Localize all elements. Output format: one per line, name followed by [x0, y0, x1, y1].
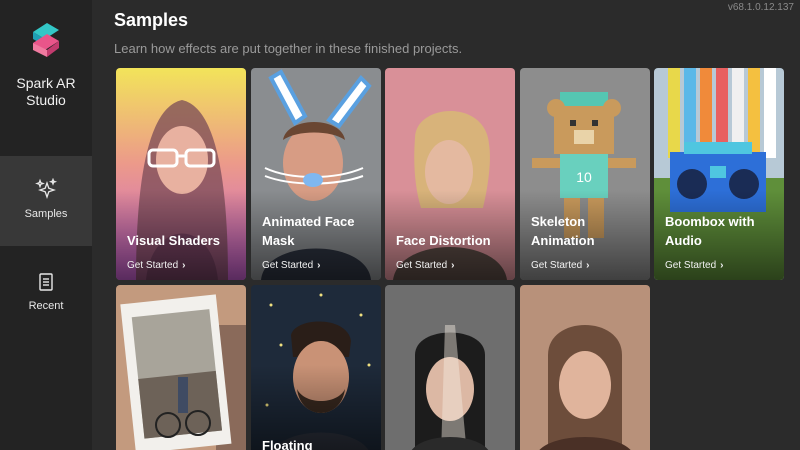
sample-card-visual-shaders[interactable]: Visual Shaders Get Started › — [116, 68, 246, 280]
sample-card-photo-frame[interactable] — [116, 285, 246, 450]
card-thumbnail — [385, 285, 515, 450]
sparkles-icon — [35, 178, 58, 199]
get-started-link[interactable]: Get Started › — [396, 260, 454, 271]
cta-label: Get Started — [531, 260, 583, 271]
page-title: Samples — [114, 10, 189, 30]
chevron-right-icon: › — [451, 260, 455, 271]
brand: Spark AR Studio — [0, 18, 92, 109]
chevron-right-icon: › — [317, 260, 321, 271]
get-started-link[interactable]: Get Started › — [127, 260, 185, 271]
sample-card-face-distortion[interactable]: Face Distortion Get Started › — [385, 68, 515, 280]
card-thumbnail — [520, 285, 650, 450]
sample-card-animated-face-mask[interactable]: Animated Face Mask Get Started › — [251, 68, 381, 280]
app-name: Spark AR Studio — [0, 75, 92, 109]
sample-card-blur-effect[interactable] — [520, 285, 650, 450]
sidebar-item-recent[interactable]: Recent — [0, 248, 92, 338]
document-icon — [39, 273, 53, 291]
chevron-right-icon: › — [720, 260, 724, 271]
sidebar-item-label: Recent — [28, 300, 64, 312]
chevron-right-icon: › — [182, 260, 186, 271]
sample-card-skeleton-animation[interactable]: 10 Skeleton Animation Get Started › — [520, 68, 650, 280]
sample-card-floating[interactable]: Floating — [251, 285, 381, 450]
card-title: Visual Shaders — [127, 233, 220, 248]
get-started-link[interactable]: Get Started › — [262, 260, 320, 271]
page-subtitle: Learn how effects are put together in th… — [114, 41, 463, 56]
cta-label: Get Started — [127, 260, 179, 271]
card-thumbnail — [116, 285, 246, 450]
get-started-link[interactable]: Get Started › — [531, 260, 589, 271]
spark-ar-logo-icon — [33, 23, 59, 57]
sample-card-boombox-with-audio[interactable]: Boombox with Audio Get Started › — [654, 68, 784, 280]
sidebar-item-samples[interactable]: Samples — [0, 156, 92, 246]
sidebar: Spark AR Studio Samples Recent — [0, 0, 92, 450]
get-started-link[interactable]: Get Started › — [665, 260, 723, 271]
app-name-line1: Spark AR — [16, 75, 76, 91]
app-name-line2: Studio — [26, 92, 66, 108]
sample-card-light-effect[interactable] — [385, 285, 515, 450]
version-label: v68.1.0.12.137 — [727, 2, 794, 13]
cta-label: Get Started — [396, 260, 448, 271]
card-title: Skeleton Animation — [531, 214, 595, 248]
chevron-right-icon: › — [586, 260, 590, 271]
card-title: Boombox with Audio — [665, 214, 755, 248]
card-title: Face Distortion — [396, 233, 491, 248]
cta-label: Get Started — [665, 260, 717, 271]
cta-label: Get Started — [262, 260, 314, 271]
card-title: Floating — [262, 438, 313, 450]
svg-text:10: 10 — [576, 169, 592, 185]
sidebar-item-label: Samples — [24, 208, 68, 220]
card-title: Animated Face Mask — [262, 214, 355, 248]
